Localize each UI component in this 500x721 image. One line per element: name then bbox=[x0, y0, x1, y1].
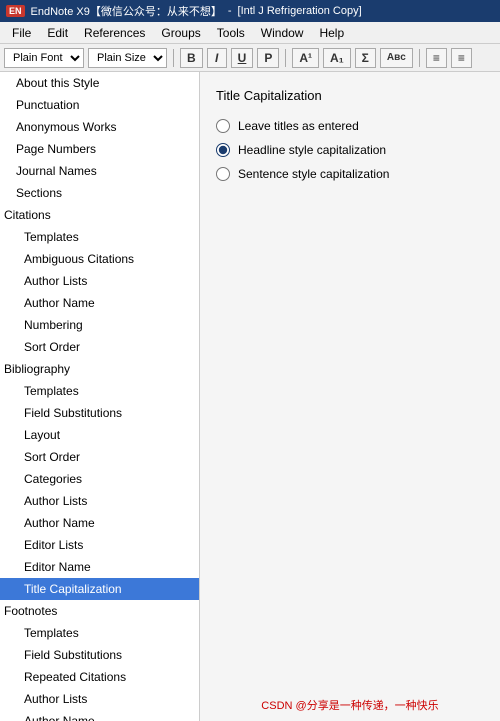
radio-sentence[interactable] bbox=[216, 167, 230, 181]
tree-anonymous-works[interactable]: Anonymous Works bbox=[0, 116, 199, 138]
italic-button[interactable]: I bbox=[207, 48, 227, 68]
bold-button[interactable]: B bbox=[180, 48, 203, 68]
tree-ambiguous-citations[interactable]: Ambiguous Citations bbox=[0, 248, 199, 270]
option-sentence[interactable]: Sentence style capitalization bbox=[216, 167, 484, 181]
tree-journal-names[interactable]: Journal Names bbox=[0, 160, 199, 182]
tree-citations-sort-order[interactable]: Sort Order bbox=[0, 336, 199, 358]
tree-bibliography-author-name[interactable]: Author Name bbox=[0, 512, 199, 534]
menu-tools[interactable]: Tools bbox=[209, 24, 253, 42]
tree-editor-name[interactable]: Editor Name bbox=[0, 556, 199, 578]
tree-footnotes-header[interactable]: Footnotes bbox=[0, 600, 199, 622]
tree-about-style[interactable]: About this Style bbox=[0, 72, 199, 94]
menu-bar: File Edit References Groups Tools Window… bbox=[0, 22, 500, 44]
tree-footnotes-templates[interactable]: Templates bbox=[0, 622, 199, 644]
toolbar-separator-2 bbox=[285, 49, 286, 67]
menu-edit[interactable]: Edit bbox=[39, 24, 76, 42]
tree-footnotes-author-name[interactable]: Author Name bbox=[0, 710, 199, 721]
tree-repeated-citations[interactable]: Repeated Citations bbox=[0, 666, 199, 688]
radio-leave[interactable] bbox=[216, 119, 230, 133]
menu-groups[interactable]: Groups bbox=[153, 24, 208, 42]
right-panel: Title Capitalization Leave titles as ent… bbox=[200, 72, 500, 721]
capitalization-options: Leave titles as entered Headline style c… bbox=[216, 119, 484, 181]
tree-numbering[interactable]: Numbering bbox=[0, 314, 199, 336]
menu-help[interactable]: Help bbox=[311, 24, 352, 42]
tree-editor-lists[interactable]: Editor Lists bbox=[0, 534, 199, 556]
tree-page-numbers[interactable]: Page Numbers bbox=[0, 138, 199, 160]
underline-button[interactable]: U bbox=[231, 48, 254, 68]
align-right-button[interactable]: ≡ bbox=[451, 48, 472, 68]
menu-file[interactable]: File bbox=[4, 24, 39, 42]
app-name: EndNote X9【微信公众号：从来不想】 bbox=[31, 3, 222, 19]
tree-title-capitalization[interactable]: Title Capitalization bbox=[0, 578, 199, 600]
size-select[interactable]: Plain Size bbox=[88, 48, 167, 68]
tree-bibliography-header[interactable]: Bibliography bbox=[0, 358, 199, 380]
option-leave-label: Leave titles as entered bbox=[238, 119, 359, 133]
option-leave[interactable]: Leave titles as entered bbox=[216, 119, 484, 133]
app-icon: EN bbox=[6, 5, 25, 17]
tree-sections[interactable]: Sections bbox=[0, 182, 199, 204]
font-select[interactable]: Plain Font bbox=[4, 48, 84, 68]
tree-bibliography-templates[interactable]: Templates bbox=[0, 380, 199, 402]
tree-citations-author-lists[interactable]: Author Lists bbox=[0, 270, 199, 292]
tree-bibliography-sort-order[interactable]: Sort Order bbox=[0, 446, 199, 468]
option-headline-label: Headline style capitalization bbox=[238, 143, 386, 157]
align-left-button[interactable]: ≡ bbox=[426, 48, 447, 68]
toolbar: Plain Font Plain Size B I U P A¹ A₁ Σ Aʙ… bbox=[0, 44, 500, 72]
radio-headline[interactable] bbox=[216, 143, 230, 157]
subscript-button[interactable]: A₁ bbox=[323, 48, 351, 68]
option-sentence-label: Sentence style capitalization bbox=[238, 167, 389, 181]
title-separator: - bbox=[228, 5, 232, 17]
plain-button[interactable]: P bbox=[257, 48, 279, 68]
option-headline[interactable]: Headline style capitalization bbox=[216, 143, 484, 157]
toolbar-separator-3 bbox=[419, 49, 420, 67]
menu-references[interactable]: References bbox=[76, 24, 153, 42]
main-content: About this Style Punctuation Anonymous W… bbox=[0, 72, 500, 721]
tree-citations-templates[interactable]: Templates bbox=[0, 226, 199, 248]
tree-panel: About this Style Punctuation Anonymous W… bbox=[0, 72, 200, 721]
tree-citations-header[interactable]: Citations bbox=[0, 204, 199, 226]
smallcaps-button[interactable]: Aʙᴄ bbox=[380, 48, 413, 68]
sigma-button[interactable]: Σ bbox=[355, 48, 376, 68]
tree-categories[interactable]: Categories bbox=[0, 468, 199, 490]
tree-footnotes-author-lists[interactable]: Author Lists bbox=[0, 688, 199, 710]
title-bar: EN EndNote X9【微信公众号：从来不想】 - [Intl J Refr… bbox=[0, 0, 500, 22]
panel-title: Title Capitalization bbox=[216, 88, 484, 103]
tree-field-substitutions[interactable]: Field Substitutions bbox=[0, 402, 199, 424]
superscript-button[interactable]: A¹ bbox=[292, 48, 319, 68]
tree-layout[interactable]: Layout bbox=[0, 424, 199, 446]
tree-citations-author-name[interactable]: Author Name bbox=[0, 292, 199, 314]
menu-window[interactable]: Window bbox=[253, 24, 312, 42]
tree-punctuation[interactable]: Punctuation bbox=[0, 94, 199, 116]
toolbar-separator-1 bbox=[173, 49, 174, 67]
tree-bibliography-author-lists[interactable]: Author Lists bbox=[0, 490, 199, 512]
document-name: [Intl J Refrigeration Copy] bbox=[238, 5, 362, 17]
tree-footnotes-field-substitutions[interactable]: Field Substitutions bbox=[0, 644, 199, 666]
